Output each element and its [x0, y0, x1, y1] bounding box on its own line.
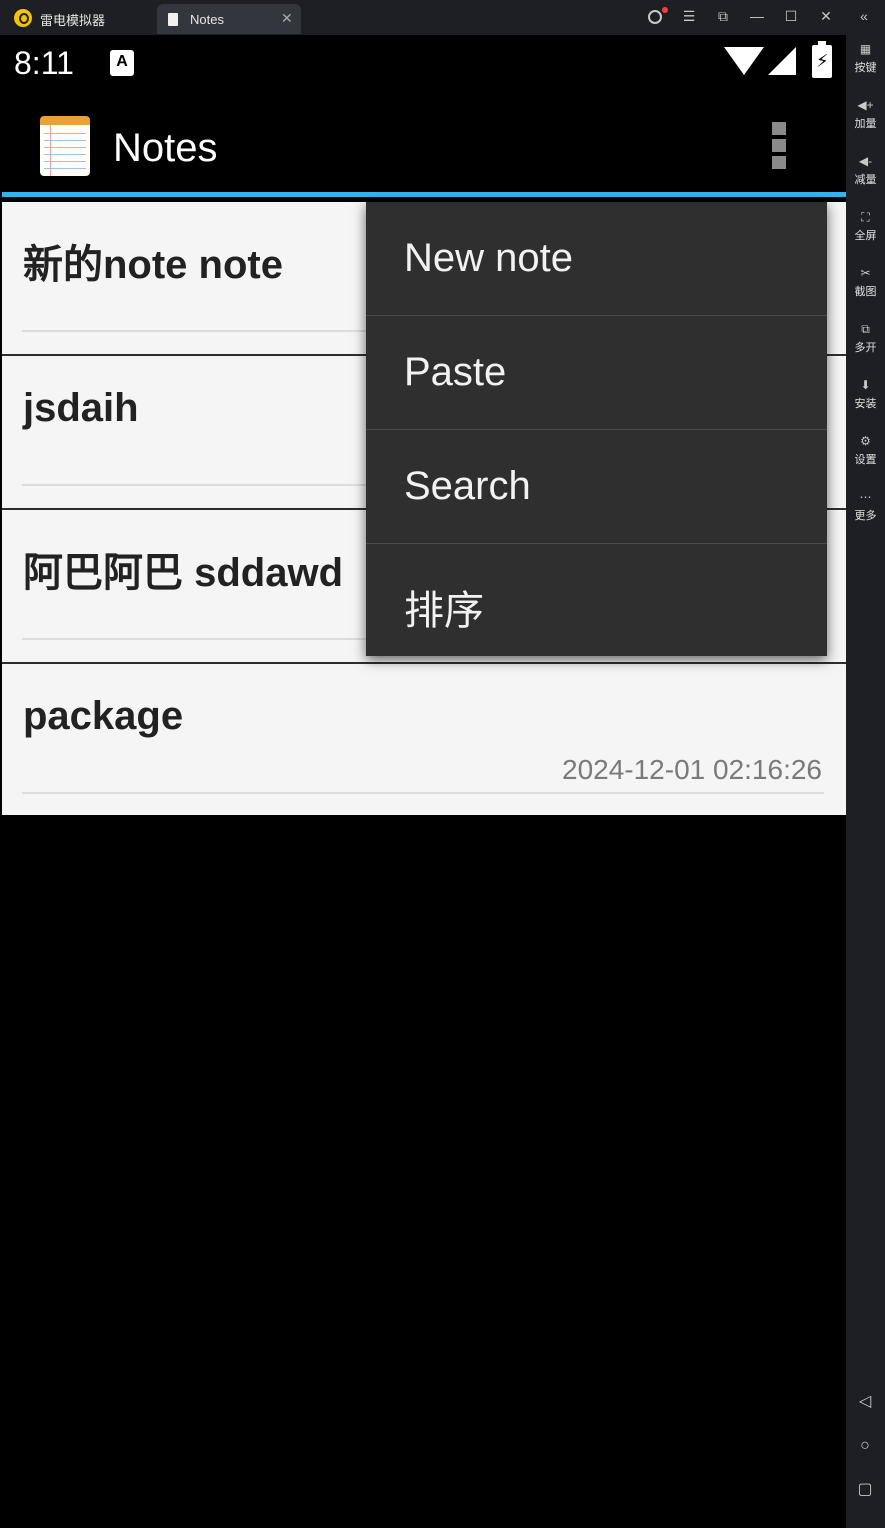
close-icon[interactable]: ✕	[816, 8, 836, 25]
sidebar-label: 多开	[854, 342, 877, 354]
note-title: jsdaih	[23, 386, 139, 430]
sidebar-item-settings[interactable]: ⚙ 设置	[846, 433, 885, 467]
app-title: Notes	[113, 126, 218, 170]
battery-charging-icon: ⚡	[812, 41, 832, 78]
sidebar-label: 更多	[854, 510, 877, 522]
menu-label: Paste	[404, 350, 507, 394]
note-title: 新的note note	[23, 243, 283, 287]
sidebar-item-volume-up[interactable]: ◀+ 加量	[846, 97, 885, 131]
sidebar-label: 设置	[854, 454, 877, 466]
volume-up-icon: ◀+	[857, 98, 874, 112]
sidebar-item-install[interactable]: ⬇ 安装	[846, 377, 885, 411]
android-status-bar: 8:11 A ⚡	[2, 35, 846, 91]
menu-icon[interactable]: ☰	[679, 8, 699, 25]
menu-item-search[interactable]: Search	[366, 430, 827, 544]
notepad-icon[interactable]	[40, 116, 90, 176]
notification-a-icon: A	[110, 50, 134, 76]
menu-item-paste[interactable]: Paste	[366, 316, 827, 430]
more-icon: ⋯	[859, 490, 872, 504]
sidebar-item-multi-instance[interactable]: ⧉ 多开	[846, 321, 885, 355]
apk-install-icon: ⬇	[860, 378, 871, 392]
menu-label: 排序	[404, 589, 484, 633]
sidebar-label: 加量	[854, 118, 877, 130]
fullscreen-icon: ⛶	[861, 210, 870, 224]
volume-down-icon: ◀-	[858, 154, 873, 168]
settings-icon: ⚙	[860, 434, 871, 448]
overflow-popup-menu: New note Paste Search 排序	[366, 202, 827, 656]
account-icon[interactable]	[648, 10, 662, 24]
tab-notes[interactable]: Notes ✕	[157, 4, 301, 34]
sidebar-label: 减量	[854, 174, 877, 186]
action-bar: Notes	[2, 91, 846, 197]
tab-close-icon[interactable]: ✕	[281, 10, 293, 27]
menu-label: Search	[404, 464, 531, 508]
tab-label: Notes	[190, 12, 224, 27]
minimize-icon[interactable]: —	[747, 8, 767, 24]
multi-window-icon[interactable]: ⧉	[713, 8, 733, 25]
collapse-sidebar-icon[interactable]: «	[854, 8, 874, 24]
sidebar-item-fullscreen[interactable]: ⛶ 全屏	[846, 209, 885, 243]
overflow-menu-icon[interactable]	[772, 122, 786, 172]
note-title: 阿巴阿巴 sddawd	[23, 551, 344, 595]
menu-item-new-note[interactable]: New note	[366, 202, 827, 316]
sidebar-label: 按键	[854, 62, 877, 74]
sidebar-item-keymap[interactable]: ▦ 按键	[846, 41, 885, 75]
note-title: package	[23, 694, 184, 738]
sidebar-item-volume-down[interactable]: ◀- 减量	[846, 153, 885, 187]
notes-tab-icon	[168, 13, 178, 26]
screenshot-icon: ✂	[860, 266, 871, 280]
sidebar-item-screenshot[interactable]: ✂ 截图	[846, 265, 885, 299]
emulator-app-name: 雷电模拟器	[40, 13, 106, 28]
menu-label: New note	[404, 236, 573, 280]
back-icon[interactable]: ◁	[856, 1393, 874, 1411]
maximize-icon[interactable]: ☐	[781, 8, 801, 25]
multi-instance-icon: ⧉	[861, 322, 870, 336]
sidebar-label: 安装	[854, 398, 877, 410]
sidebar-label: 全屏	[854, 230, 877, 242]
signal-icon	[768, 47, 796, 75]
wifi-icon	[724, 47, 764, 75]
divider	[22, 792, 824, 794]
emulator-titlebar: 雷电模拟器 Notes ✕ ☰ ⧉ — ☐ ✕ «	[0, 0, 885, 35]
menu-item-sort[interactable]: 排序	[366, 544, 827, 656]
status-clock: 8:11	[14, 45, 74, 81]
sidebar-label: 截图	[854, 286, 877, 298]
keyboard-icon: ▦	[859, 42, 872, 56]
ldplayer-logo-icon	[14, 9, 32, 27]
sidebar-item-more[interactable]: ⋯ 更多	[846, 489, 885, 523]
note-date: 2024-12-01 02:16:26	[562, 754, 822, 785]
list-item[interactable]: package 2024-12-01 02:16:26	[2, 664, 846, 815]
home-icon[interactable]: ○	[856, 1437, 874, 1455]
notification-dot	[662, 7, 668, 13]
emulator-sidebar: ▦ 按键 ◀+ 加量 ◀- 减量 ⛶ 全屏 ✂ 截图 ⧉ 多开 ⬇ 安装 ⚙ 设…	[846, 35, 885, 1528]
recents-icon[interactable]: ▢	[856, 1481, 874, 1499]
